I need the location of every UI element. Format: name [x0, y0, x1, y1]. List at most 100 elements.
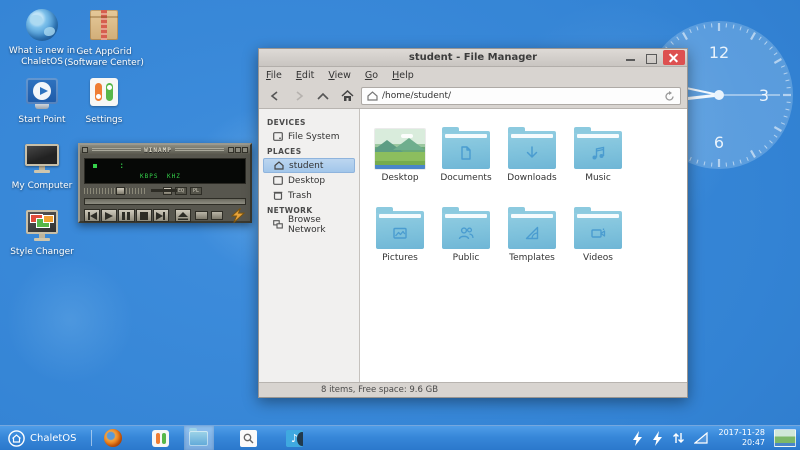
taskbar-clock[interactable]: 2017-11-28 20:47 — [719, 428, 766, 448]
globe-icon — [26, 9, 58, 41]
taskbar-music-player[interactable]: ♪ — [280, 426, 310, 450]
sidebar-item-browse-network[interactable]: Browse Network — [263, 217, 355, 232]
network-icon — [273, 220, 283, 229]
desktop: What is new in ChaletOS Get AppGrid (Sof… — [0, 0, 800, 450]
network-arrows-icon[interactable] — [672, 432, 685, 444]
winamp-title: WINAMP — [144, 147, 172, 154]
taskbar: ChaletOS ♪ 2 — [0, 425, 800, 450]
fm-titlebar[interactable]: student - File Manager — [259, 49, 687, 67]
winamp-play-button[interactable] — [101, 209, 117, 222]
winamp-volume-slider[interactable] — [84, 188, 146, 194]
winamp-stop-button[interactable] — [136, 209, 152, 222]
start-house-icon — [8, 430, 25, 447]
template-glyph — [522, 223, 542, 243]
winamp-next-button[interactable] — [153, 209, 169, 222]
sidebar-item-file-system[interactable]: File System — [263, 129, 355, 144]
folder-icon — [442, 131, 490, 169]
fm-file-view: Desktop Documents Downloads — [360, 109, 687, 382]
menu-view[interactable]: View — [328, 70, 351, 81]
fm-statusbar: 8 items, Free space: 9.6 GB — [259, 382, 687, 397]
desktop-folder-thumbnail — [375, 129, 425, 169]
desktop-icon-my-computer[interactable]: My Computer — [0, 142, 84, 192]
power-bolt-icon[interactable] — [632, 431, 643, 446]
folder-icon — [574, 131, 622, 169]
download-glyph — [522, 143, 542, 163]
winamp-volume-knob[interactable] — [116, 187, 125, 195]
back-button[interactable] — [265, 87, 285, 105]
menu-help[interactable]: Help — [392, 70, 414, 81]
battery-bolt-icon[interactable] — [652, 431, 663, 446]
start-button[interactable]: ChaletOS — [0, 426, 85, 450]
winamp-menu-icon[interactable] — [82, 147, 88, 153]
file-item-music[interactable]: Music — [565, 117, 631, 197]
desktop-icon-label: Settings — [62, 115, 146, 126]
taskbar-settings[interactable] — [146, 426, 176, 450]
drive-icon — [273, 132, 283, 141]
file-manager-window: student - File Manager File Edit View Go… — [258, 48, 688, 398]
clock-number-12: 12 — [709, 43, 729, 62]
video-camera-glyph — [588, 223, 608, 243]
folder-icon — [442, 211, 490, 249]
taskbar-firefox[interactable] — [98, 426, 128, 450]
start-point-icon — [26, 78, 58, 104]
music-note-glyph — [588, 143, 608, 163]
winamp-shuffle-button[interactable] — [195, 211, 207, 220]
file-item-pictures[interactable]: Pictures — [367, 197, 433, 277]
up-button[interactable] — [313, 87, 333, 105]
reload-icon[interactable] — [664, 91, 675, 102]
winamp-close-button[interactable] — [242, 147, 248, 153]
file-item-templates[interactable]: Templates — [499, 197, 565, 277]
winamp-pause-button[interactable] — [118, 209, 134, 222]
winamp-window[interactable]: WINAMP : KBPS KHZ EQ PL — [78, 143, 252, 223]
signal-triangle-icon[interactable] — [694, 432, 708, 444]
winamp-balance-slider[interactable] — [151, 189, 177, 192]
clock-center-dot — [714, 90, 724, 100]
taskbar-search[interactable] — [234, 426, 264, 450]
document-glyph — [456, 143, 476, 163]
winamp-minimize-button[interactable] — [228, 147, 234, 153]
sidebar-item-student[interactable]: student — [263, 158, 355, 173]
desktop-icon-style-changer[interactable]: Style Changer — [0, 208, 84, 258]
sidebar-item-trash[interactable]: Trash — [263, 188, 355, 203]
show-desktop-thumbnail[interactable] — [774, 429, 796, 447]
file-item-videos[interactable]: Videos — [565, 197, 631, 277]
sidebar-item-desktop[interactable]: Desktop — [263, 173, 355, 188]
fm-menubar: File Edit View Go Help — [259, 67, 687, 84]
desktop-icon — [273, 176, 283, 185]
desktop-icon-appgrid[interactable]: Get AppGrid (Software Center) — [62, 8, 146, 70]
menu-edit[interactable]: Edit — [296, 70, 314, 81]
winamp-repeat-button[interactable] — [211, 211, 223, 220]
package-icon — [90, 10, 118, 40]
desktop-icon-settings[interactable]: Settings — [62, 76, 146, 126]
folder-icon — [574, 211, 622, 249]
desktop-icon-label: My Computer — [0, 181, 84, 192]
music-player-icon: ♪ — [286, 430, 303, 447]
forward-button[interactable] — [289, 87, 309, 105]
file-item-documents[interactable]: Documents — [433, 117, 499, 197]
taskbar-file-manager[interactable] — [184, 426, 214, 450]
minimize-button[interactable] — [621, 51, 641, 65]
winamp-eject-button[interactable] — [175, 209, 191, 222]
winamp-seek-bar[interactable] — [84, 198, 246, 205]
winamp-pl-button[interactable]: PL — [190, 187, 202, 195]
winamp-previous-button[interactable] — [84, 209, 100, 222]
taskbar-time: 20:47 — [719, 438, 766, 448]
file-item-desktop[interactable]: Desktop — [367, 117, 433, 197]
winamp-shade-button[interactable] — [235, 147, 241, 153]
folder-icon — [508, 211, 556, 249]
maximize-button[interactable] — [641, 51, 661, 65]
winamp-khz-label: KHZ — [167, 173, 181, 180]
file-item-downloads[interactable]: Downloads — [499, 117, 565, 197]
style-changer-icon — [26, 210, 58, 234]
menu-go[interactable]: Go — [365, 70, 378, 81]
address-bar[interactable]: /home/student/ — [361, 87, 681, 105]
file-item-public[interactable]: Public — [433, 197, 499, 277]
desktop-icon-label: Style Changer — [0, 247, 84, 258]
winamp-display: : KBPS KHZ — [84, 158, 246, 184]
close-button[interactable] — [663, 50, 685, 65]
trash-icon — [273, 191, 283, 200]
winamp-titlebar[interactable]: WINAMP — [80, 145, 250, 155]
menu-file[interactable]: File — [266, 70, 282, 81]
home-button[interactable] — [337, 87, 357, 105]
people-glyph — [456, 223, 476, 243]
